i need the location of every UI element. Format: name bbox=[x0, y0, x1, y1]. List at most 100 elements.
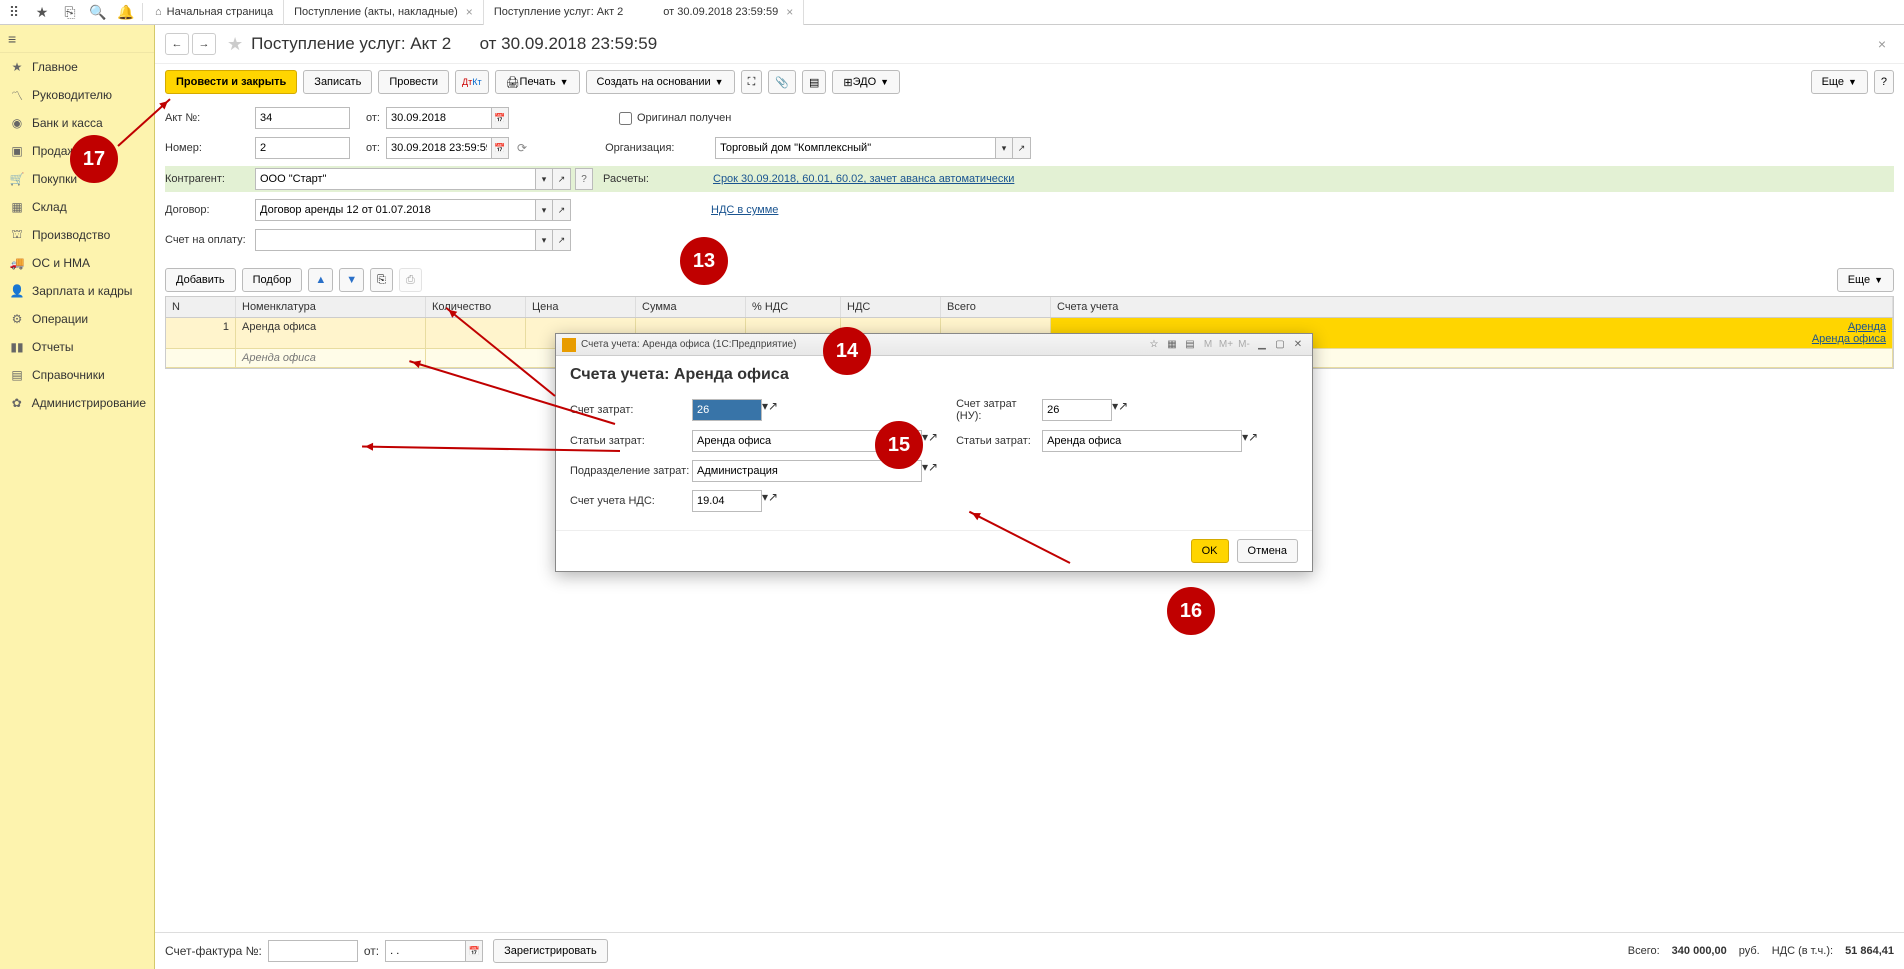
favorite-icon[interactable]: ★ bbox=[227, 34, 243, 55]
dropdown-icon[interactable]: ▾ bbox=[535, 229, 553, 251]
th-total[interactable]: Всего bbox=[941, 297, 1051, 317]
sidebar-item-purchases[interactable]: 🛒Покупки bbox=[0, 165, 154, 193]
paste-button[interactable]: ⎙ bbox=[399, 268, 422, 292]
dropdown-icon[interactable]: ▾ bbox=[535, 168, 553, 190]
list-button[interactable]: ▤ bbox=[802, 70, 826, 94]
calc-link[interactable]: Срок 30.09.2018, 60.01, 60.02, зачет ава… bbox=[713, 173, 1014, 185]
write-button[interactable]: Записать bbox=[303, 70, 372, 94]
th-vat-pct[interactable]: % НДС bbox=[746, 297, 841, 317]
open-icon[interactable]: ↗ bbox=[928, 430, 938, 452]
post-and-close-button[interactable]: Провести и закрыть bbox=[165, 70, 297, 94]
invoice-input[interactable] bbox=[255, 229, 535, 251]
open-icon[interactable]: ↗ bbox=[1013, 137, 1031, 159]
m-plus-icon[interactable]: M+ bbox=[1218, 337, 1234, 353]
copy-button[interactable]: ⎘ bbox=[370, 268, 393, 292]
sidebar-item-reports[interactable]: ▮▮Отчеты bbox=[0, 333, 154, 361]
move-up-button[interactable]: ▲ bbox=[308, 268, 333, 292]
number-input[interactable] bbox=[255, 137, 350, 159]
calendar-icon[interactable]: 📅 bbox=[491, 137, 509, 159]
th-vat[interactable]: НДС bbox=[841, 297, 941, 317]
th-price[interactable]: Цена bbox=[526, 297, 636, 317]
dept-input[interactable] bbox=[692, 460, 922, 482]
attach-button[interactable]: 📎 bbox=[768, 70, 796, 94]
refresh-icon[interactable]: ⟳ bbox=[517, 141, 527, 155]
open-icon[interactable]: ↗ bbox=[553, 229, 571, 251]
tab-receipts[interactable]: Поступление (акты, накладные) × bbox=[284, 0, 484, 25]
open-icon[interactable]: ↗ bbox=[768, 490, 778, 512]
cost-acct-input[interactable] bbox=[692, 399, 762, 421]
sidebar-item-operations[interactable]: ⚙Операции bbox=[0, 305, 154, 333]
sidebar-item-production[interactable]: ⛫Производство bbox=[0, 221, 154, 249]
open-icon[interactable]: ↗ bbox=[553, 168, 571, 190]
cancel-button[interactable]: Отмена bbox=[1237, 539, 1298, 563]
edo-button[interactable]: ⊞ ЭДО▼ bbox=[832, 70, 900, 94]
move-down-button[interactable]: ▼ bbox=[339, 268, 364, 292]
star-icon[interactable]: ★ bbox=[28, 0, 56, 25]
calendar-icon[interactable]: 📅 bbox=[465, 940, 483, 962]
act-date-input[interactable] bbox=[386, 107, 491, 129]
ok-button[interactable]: OK bbox=[1191, 539, 1229, 563]
contractor-input[interactable] bbox=[255, 168, 535, 190]
th-n[interactable]: N bbox=[166, 297, 236, 317]
open-icon[interactable]: ↗ bbox=[1118, 399, 1128, 421]
open-icon[interactable]: ↗ bbox=[553, 199, 571, 221]
structure-button[interactable]: ⛶ bbox=[741, 70, 763, 94]
fav-icon[interactable]: ☆ bbox=[1146, 337, 1162, 353]
more-button[interactable]: Еще▼ bbox=[1811, 70, 1868, 94]
vat-acct-input[interactable] bbox=[692, 490, 762, 512]
back-button[interactable]: ← bbox=[165, 33, 189, 55]
more-button[interactable]: Еще▼ bbox=[1837, 268, 1894, 292]
th-qty[interactable]: Количество bbox=[426, 297, 526, 317]
minimize-icon[interactable]: ▁ bbox=[1254, 337, 1270, 353]
clipboard-icon[interactable]: ⎘ bbox=[56, 0, 84, 25]
sidebar-item-assets[interactable]: 🚚ОС и НМА bbox=[0, 249, 154, 277]
checkbox-input[interactable] bbox=[619, 112, 632, 125]
dt-kt-button[interactable]: ДтКт bbox=[455, 70, 489, 94]
modal-titlebar[interactable]: Счета учета: Аренда офиса (1С:Предприяти… bbox=[556, 334, 1312, 356]
sf-date-input[interactable] bbox=[385, 940, 465, 962]
bell-icon[interactable]: 🔔 bbox=[112, 0, 140, 25]
m-minus-icon[interactable]: M- bbox=[1236, 337, 1252, 353]
forward-button[interactable]: → bbox=[192, 33, 216, 55]
close-icon[interactable]: × bbox=[466, 5, 473, 19]
th-accounts[interactable]: Счета учета bbox=[1051, 297, 1893, 317]
th-nomenclature[interactable]: Номенклатура bbox=[236, 297, 426, 317]
open-icon[interactable]: ↗ bbox=[768, 399, 778, 421]
original-received-checkbox[interactable]: Оригинал получен bbox=[619, 112, 731, 125]
calendar-icon[interactable]: 📅 bbox=[491, 107, 509, 129]
sidebar-item-warehouse[interactable]: ▦Склад bbox=[0, 193, 154, 221]
sidebar-item-directories[interactable]: ▤Справочники bbox=[0, 361, 154, 389]
sidebar-item-main[interactable]: ★Главное bbox=[0, 53, 154, 81]
sidebar-item-manager[interactable]: 〽Руководителю bbox=[0, 81, 154, 109]
print-button[interactable]: 🖨 Печать▼ bbox=[495, 70, 580, 94]
tab-home[interactable]: ⌂ Начальная страница bbox=[145, 0, 284, 25]
post-button[interactable]: Провести bbox=[378, 70, 449, 94]
tab-receipt-act[interactable]: Поступление услуг: Акт 2 от 30.09.2018 2… bbox=[484, 0, 804, 25]
number-date-input[interactable] bbox=[386, 137, 491, 159]
dropdown-icon[interactable]: ▾ bbox=[995, 137, 1013, 159]
menu-toggle-icon[interactable]: ≡ bbox=[0, 25, 154, 53]
sidebar-item-hr[interactable]: 👤Зарплата и кадры bbox=[0, 277, 154, 305]
select-button[interactable]: Подбор bbox=[242, 268, 303, 292]
th-sum[interactable]: Сумма bbox=[636, 297, 746, 317]
sf-number-input[interactable] bbox=[268, 940, 358, 962]
cost-acct-nu-input[interactable] bbox=[1042, 399, 1112, 421]
open-icon[interactable]: ↗ bbox=[1248, 430, 1258, 452]
search-icon[interactable]: 🔍 bbox=[84, 0, 112, 25]
cal-icon[interactable]: ▤ bbox=[1182, 337, 1198, 353]
help-button[interactable]: ? bbox=[1874, 70, 1894, 94]
org-input[interactable] bbox=[715, 137, 995, 159]
close-icon[interactable]: × bbox=[1878, 36, 1886, 52]
help-icon[interactable]: ? bbox=[575, 168, 593, 190]
close-icon[interactable]: ✕ bbox=[1290, 337, 1306, 353]
cost-item-input[interactable] bbox=[692, 430, 922, 452]
open-icon[interactable]: ↗ bbox=[928, 460, 938, 482]
dropdown-icon[interactable]: ▾ bbox=[535, 199, 553, 221]
register-button[interactable]: Зарегистрировать bbox=[493, 939, 608, 963]
add-button[interactable]: Добавить bbox=[165, 268, 236, 292]
nds-link[interactable]: НДС в сумме bbox=[711, 204, 778, 216]
act-no-input[interactable] bbox=[255, 107, 350, 129]
sidebar-item-sales[interactable]: ▣Продажи bbox=[0, 137, 154, 165]
cost-item-nu-input[interactable] bbox=[1042, 430, 1242, 452]
apps-icon[interactable]: ⠿ bbox=[0, 0, 28, 25]
